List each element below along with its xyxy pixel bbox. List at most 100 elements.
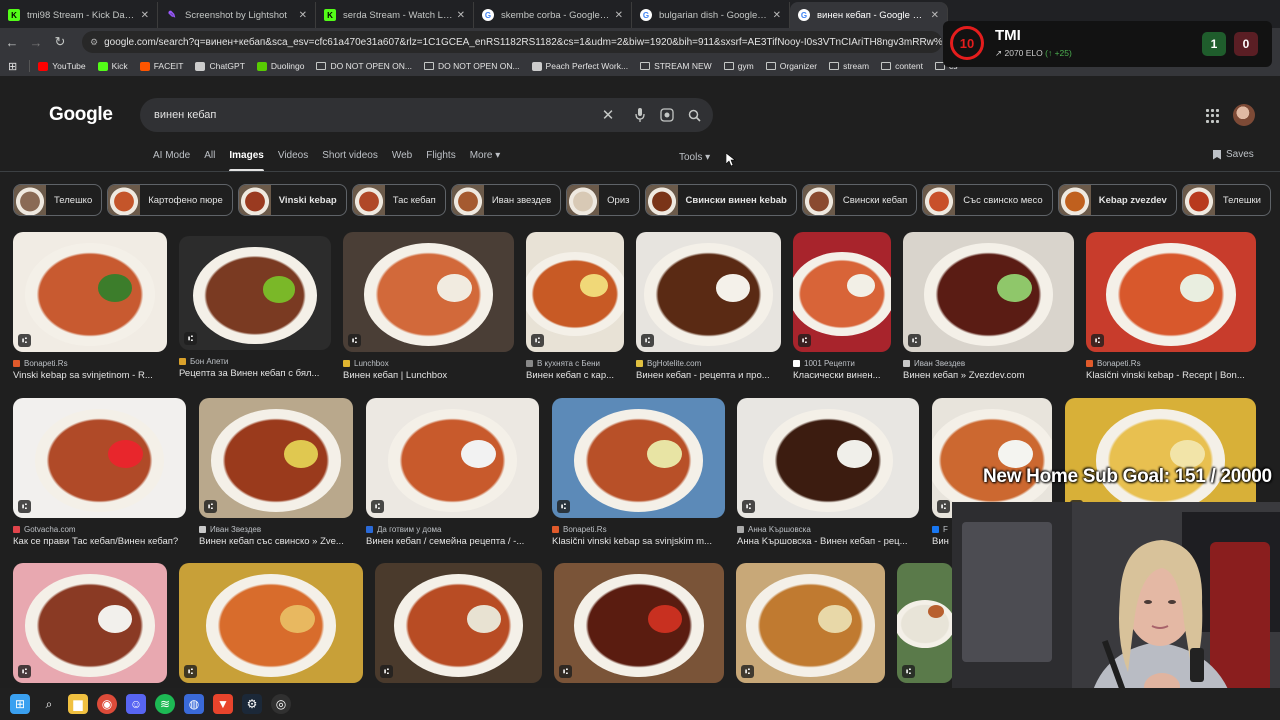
app-icon[interactable]: ◍ xyxy=(184,694,204,714)
image-result[interactable]: ⑆ xyxy=(736,563,885,683)
tab-ai-mode[interactable]: AI Mode xyxy=(153,150,190,172)
result-caption[interactable]: Винен кебап | Lunchbox xyxy=(343,370,447,381)
microphone-icon[interactable] xyxy=(632,107,648,123)
image-result[interactable]: ⑆ xyxy=(179,563,363,683)
result-source[interactable]: Да готвим у дома xyxy=(366,525,442,534)
refinement-chip[interactable]: Kebap zvezdev xyxy=(1057,184,1177,216)
clear-icon[interactable]: ✕ xyxy=(600,107,616,124)
bookmark-item[interactable]: Organizer xyxy=(765,61,817,71)
result-source[interactable]: 1001 Рецепти xyxy=(793,359,855,368)
refinement-chip[interactable]: Свински кебап xyxy=(801,184,918,216)
bookmark-item[interactable]: ChatGPT xyxy=(195,61,245,71)
steam-icon[interactable]: ⚙ xyxy=(242,694,262,714)
address-bar[interactable]: ⚙ google.com/search?q=винен+кебап&sca_es… xyxy=(82,31,942,53)
image-result[interactable]: ⑆ xyxy=(932,398,1052,518)
image-result[interactable]: ⑆ xyxy=(1065,398,1256,518)
image-result[interactable]: ⑆ xyxy=(554,563,724,683)
result-source[interactable]: Bonapeti.Rs xyxy=(1086,359,1141,368)
bookmark-item[interactable]: stream xyxy=(829,61,869,71)
close-icon[interactable]: ✕ xyxy=(773,10,781,21)
search-box[interactable]: винен кебап ✕ xyxy=(140,98,713,132)
bookmark-item[interactable]: FACEIT xyxy=(139,61,183,71)
refinement-chip[interactable]: Телешки xyxy=(1181,184,1271,216)
result-source[interactable]: Анна Kършовска xyxy=(737,525,811,534)
bookmark-item[interactable]: DO NOT OPEN ON... xyxy=(316,61,412,71)
image-result[interactable]: ⑆ xyxy=(793,232,891,352)
browser-tab[interactable]: ✎ Screenshot by Lightshot ✕ xyxy=(158,2,316,28)
file-explorer-icon[interactable]: ▆ xyxy=(68,694,88,714)
result-caption[interactable]: Класически винен... xyxy=(793,370,881,381)
search-icon[interactable] xyxy=(686,107,702,123)
result-caption[interactable]: Klasični vinski kebap sa svinjskim m... xyxy=(552,536,712,547)
tab-web[interactable]: Web xyxy=(392,150,412,172)
apps-grid-icon[interactable]: ⊞ xyxy=(8,60,17,73)
result-source[interactable]: В кухнята с Бени xyxy=(526,359,600,368)
tab-flights[interactable]: Flights xyxy=(426,150,455,172)
browser-tab[interactable]: Kserda Stream - Watch Live on K ✕ xyxy=(316,2,474,28)
result-source[interactable]: Lunchbox xyxy=(343,359,389,368)
browser-tab[interactable]: Gskembe corba - Google Search ✕ xyxy=(474,2,632,28)
refinement-chip[interactable]: Иван звездев xyxy=(450,184,562,216)
bookmark-item[interactable]: Peach Perfect Work... xyxy=(531,61,628,71)
tab-videos[interactable]: Videos xyxy=(278,150,308,172)
refinement-chip[interactable]: Ориз xyxy=(566,184,640,216)
result-caption[interactable]: Винен кебап / семейна рецепта / -... xyxy=(366,536,524,547)
browser-tab[interactable]: Ktmi98 Stream - Kick Dashboard ✕ xyxy=(0,2,158,28)
close-icon[interactable]: ✕ xyxy=(931,10,939,21)
result-caption[interactable]: Klasični vinski kebap - Recept | Bon... xyxy=(1086,370,1245,381)
refinement-chip[interactable]: Телешко xyxy=(13,184,103,216)
tab-short-videos[interactable]: Short videos xyxy=(322,150,378,172)
bookmark-item[interactable]: Duolingo xyxy=(256,61,304,71)
google-logo[interactable]: Google xyxy=(49,104,113,126)
result-source[interactable]: Gotvacha.com xyxy=(13,525,76,534)
image-result[interactable]: ⑆ xyxy=(526,232,624,352)
back-arrow-icon[interactable]: ← xyxy=(0,35,24,50)
search-icon[interactable]: ⌕ xyxy=(39,694,59,714)
result-source[interactable]: Bonapeti.Rs xyxy=(13,359,68,368)
tools-button[interactable]: Tools ▾ xyxy=(679,152,710,163)
result-source[interactable]: Иван Звездев xyxy=(903,359,965,368)
tab-all[interactable]: All xyxy=(204,150,215,172)
result-caption[interactable]: Винен кебап със свинско » Zve... xyxy=(199,536,344,547)
lens-icon[interactable] xyxy=(659,107,675,123)
google-apps-icon[interactable] xyxy=(1206,109,1220,123)
image-result[interactable]: ⑆ xyxy=(903,232,1074,352)
result-caption[interactable]: Рецепта за Винен кебап с бял... xyxy=(179,368,319,379)
windows-icon[interactable]: ⊞ xyxy=(10,694,30,714)
image-result[interactable]: ⑆ xyxy=(199,398,353,518)
bookmark-item[interactable]: gym xyxy=(723,61,754,71)
close-icon[interactable]: ✕ xyxy=(141,10,149,21)
spotify-icon[interactable]: ≋ xyxy=(155,694,175,714)
image-result[interactable]: ⑆ xyxy=(179,236,331,350)
bookmark-item[interactable]: YouTube xyxy=(38,61,86,71)
browser-tab[interactable]: Gbulgarian dish - Google Search ✕ xyxy=(632,2,790,28)
brave-icon[interactable]: ▼ xyxy=(213,694,233,714)
chrome-icon[interactable]: ◉ xyxy=(97,694,117,714)
image-result[interactable]: ⑆ xyxy=(13,398,186,518)
result-caption[interactable]: Винен кебап » Zvezdev.com xyxy=(903,370,1025,381)
result-source[interactable]: BgHotelite.com xyxy=(636,359,701,368)
tab-images[interactable]: Images xyxy=(229,150,265,172)
image-result[interactable]: ⑆ xyxy=(375,563,542,683)
image-result[interactable]: ⑆ xyxy=(1086,232,1256,352)
refinement-chip[interactable]: Vinski kebap xyxy=(237,184,347,216)
avatar[interactable] xyxy=(1233,104,1255,126)
obs-icon[interactable]: ◎ xyxy=(271,694,291,714)
image-result[interactable]: ⑆ xyxy=(636,232,781,352)
result-caption[interactable]: Анна Kършовска - Винен кебап - рец... xyxy=(737,536,908,547)
bookmark-item[interactable]: STREAM NEW xyxy=(640,61,712,71)
image-result[interactable]: ⑆ xyxy=(13,563,167,683)
close-icon[interactable]: ✕ xyxy=(299,10,307,21)
result-source[interactable]: Bonapeti.Rs xyxy=(552,525,607,534)
browser-tab[interactable]: Gвинен кебап - Google Search ✕ xyxy=(790,2,948,28)
refinement-chip[interactable]: Картофено пюре xyxy=(107,184,233,216)
reload-icon[interactable]: ↻ xyxy=(48,34,72,50)
result-source[interactable]: Бон Апети xyxy=(179,357,228,366)
result-caption[interactable]: Винен кебап - рецепта и про... xyxy=(636,370,770,381)
result-source[interactable]: Иван Звездев xyxy=(199,525,261,534)
close-icon[interactable]: ✕ xyxy=(457,10,465,21)
image-result[interactable]: ⑆ xyxy=(552,398,725,518)
refinement-chip[interactable]: Със свинско месо xyxy=(922,184,1053,216)
refinement-chip[interactable]: Свински винен kebab xyxy=(644,184,797,216)
bookmark-item[interactable]: DO NOT OPEN ON... xyxy=(424,61,520,71)
